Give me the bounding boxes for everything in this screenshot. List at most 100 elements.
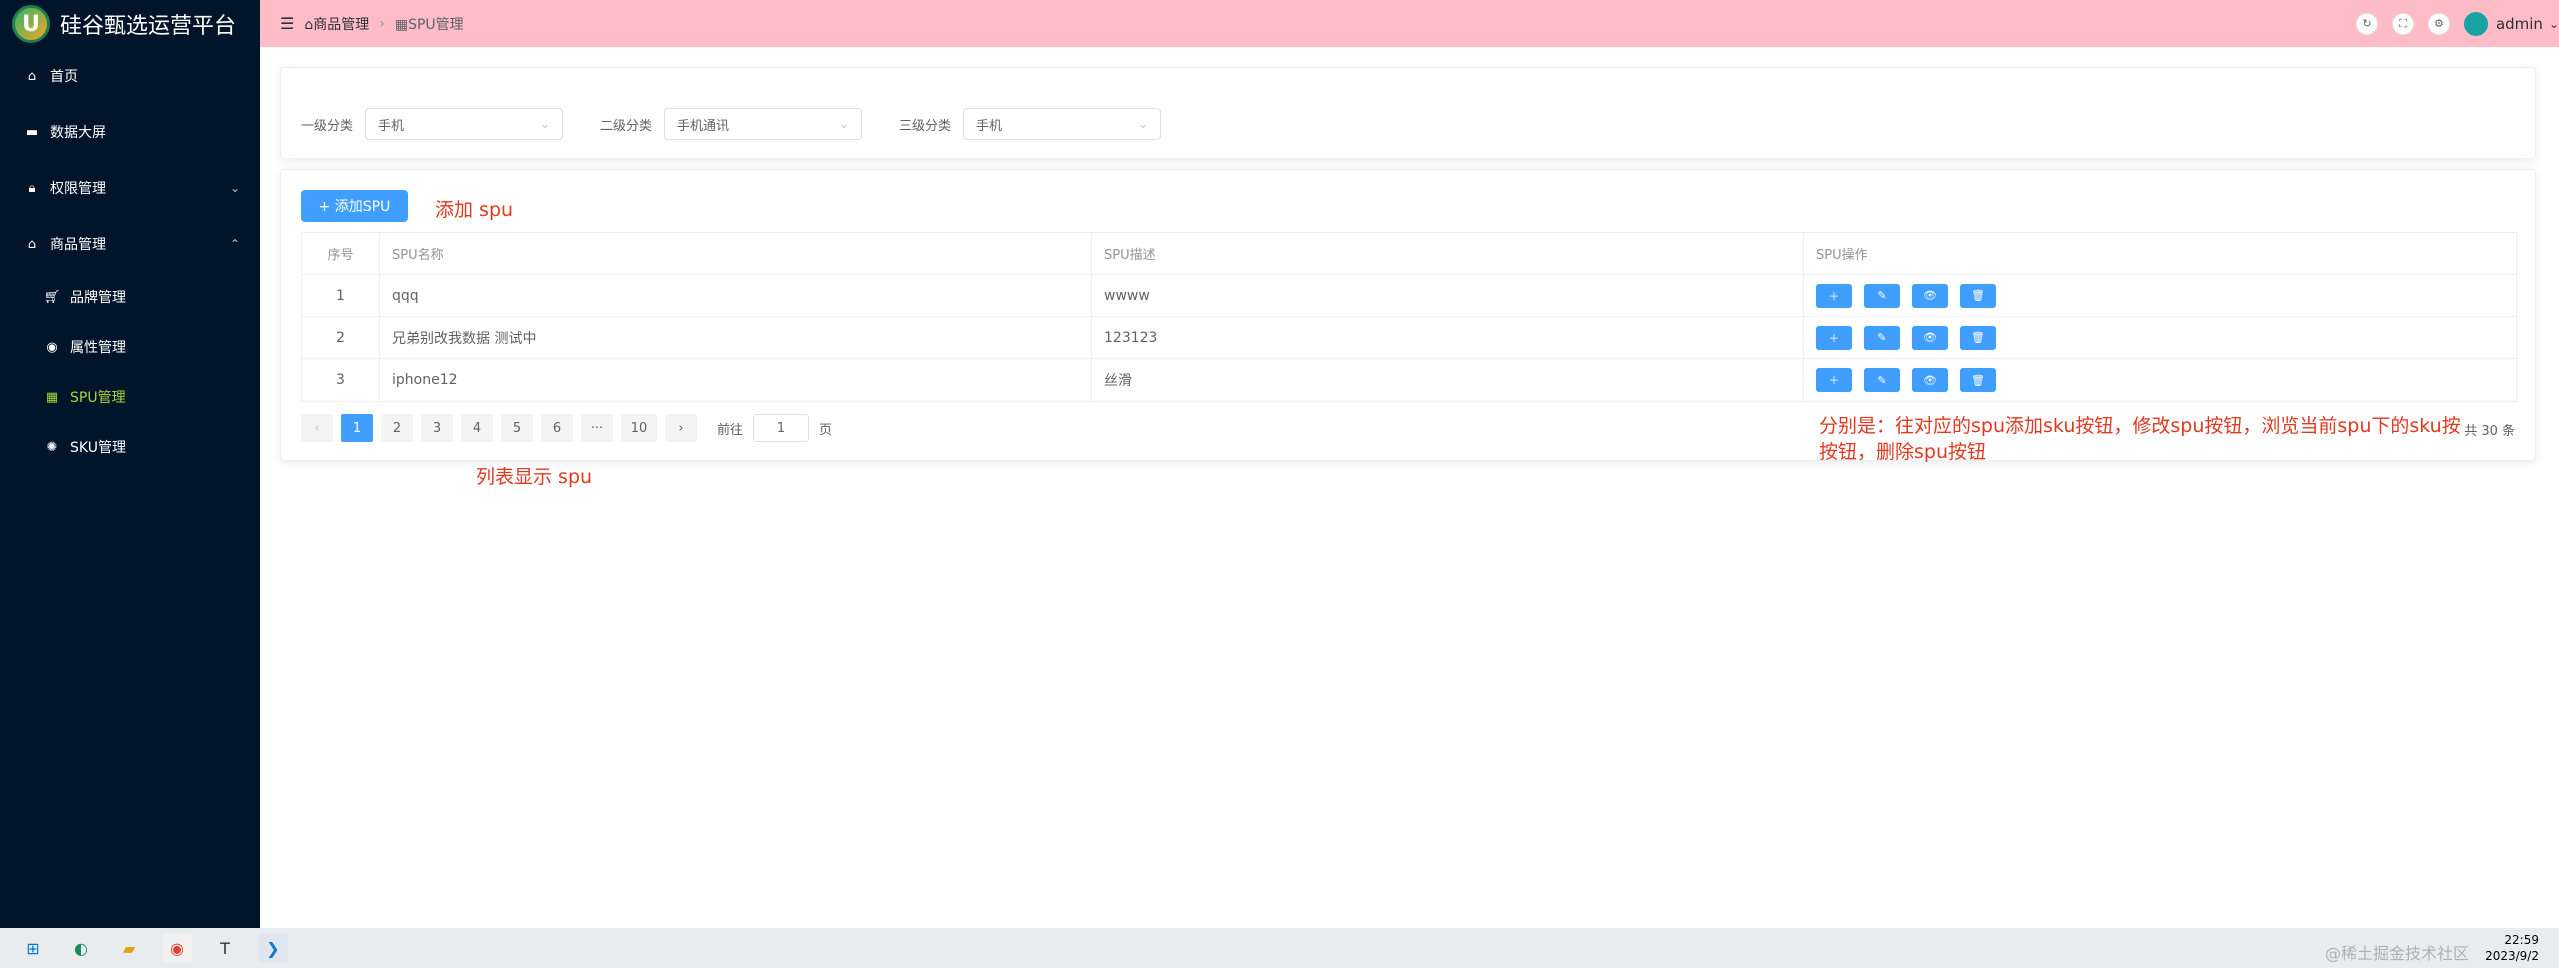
menu-toggle-icon[interactable]: ☰ [280, 14, 294, 33]
goto-page: 前往 1 页 [717, 414, 832, 442]
avatar[interactable] [2463, 11, 2488, 36]
row-desc: 123123 [1092, 317, 1804, 358]
sidebar-item-label: SKU管理 [70, 440, 126, 456]
breadcrumb-goods[interactable]: ⌂商品管理 [304, 14, 369, 34]
refresh-icon[interactable]: ↻ [2355, 12, 2378, 35]
category1-select[interactable]: 手机 ⌄ [365, 108, 564, 140]
taskbar: ⊞ ◐ ▰ ◉ T ❯ @稀土掘金技术社区 22:59 2023/9/2 [0, 928, 2559, 968]
home-icon: ⌂ [27, 68, 37, 84]
chevron-down-icon: ⌄ [1137, 117, 1149, 131]
sidebar-item-dashboard[interactable]: ▬ 数据大屏 [0, 104, 260, 160]
filter-level3: 三级分类 手机 ⌄ [899, 108, 1162, 140]
sidebar-item-label: 品牌管理 [70, 290, 126, 306]
chevron-down-icon: ⌄ [539, 117, 551, 131]
row-ops: ＋ ✎ 👁︎ 🗑︎ [1804, 317, 2516, 358]
chevron-down-icon[interactable]: ⌄ [2549, 17, 2559, 31]
category-filter-card: 一级分类 手机 ⌄ 二级分类 手机通讯 ⌄ 三级分类 手机 ⌄ [280, 67, 2536, 159]
sidebar-item-label: 数据大屏 [50, 125, 106, 141]
fullscreen-icon[interactable]: ⛶ [2391, 12, 2414, 35]
sidebar-item-sku[interactable]: ✺ SKU管理 [0, 422, 260, 472]
category3-select[interactable]: 手机 ⌄ [963, 108, 1162, 140]
page-button[interactable]: 2 [381, 414, 413, 442]
chrome-icon: ◉ [46, 339, 58, 355]
settings-icon[interactable]: ⚙ [2427, 12, 2450, 35]
filter-label: 二级分类 [600, 118, 653, 134]
edge-icon[interactable]: ◐ [66, 933, 96, 963]
page-button[interactable]: 6 [541, 414, 573, 442]
goods-submenu: 🛒︎ 品牌管理 ◉ 属性管理 ▦ SPU管理 ✺ SKU管理 [0, 272, 260, 472]
row-desc: wwww [1092, 275, 1804, 316]
sidebar-item-goods[interactable]: ⌂ 商品管理 ⌃ [0, 216, 260, 272]
sidebar-item-permission[interactable]: 🔒︎ 权限管理 ⌄ [0, 160, 260, 216]
row-name: iphone12 [380, 359, 1092, 401]
chrome-icon[interactable]: ◉ [162, 933, 192, 963]
folder-icon[interactable]: ▰ [114, 933, 144, 963]
annotation-ops-line2: 按钮，删除spu按钮 [1819, 441, 1987, 463]
username[interactable]: admin [2496, 15, 2543, 33]
row-name: 兄弟别改我数据 测试中 [380, 317, 1092, 358]
edit-spu-button[interactable]: ✎ [1864, 325, 1900, 350]
cart-icon: 🛒︎ [43, 289, 61, 305]
clock: 22:59 2023/9/2 [2485, 932, 2539, 964]
next-page-button[interactable]: › [665, 414, 697, 442]
sidebar-item-label: 商品管理 [50, 237, 106, 253]
filter-label: 一级分类 [301, 118, 354, 134]
page-button[interactable]: 10 [621, 414, 657, 442]
row-ops: ＋ ✎ 👁︎ 🗑︎ [1804, 359, 2516, 401]
annotation-add-spu: 添加 spu [435, 199, 514, 221]
header-index: 序号 [302, 233, 380, 274]
delete-spu-button[interactable]: 🗑︎ [1960, 283, 1996, 308]
app-title: 硅谷甄选运营平台 [60, 14, 237, 39]
sidebar-item-label: 首页 [50, 69, 78, 85]
prev-page-button[interactable]: ‹ [301, 414, 333, 442]
lock-icon: 🔒︎ [28, 180, 36, 196]
annotation-ops: 分别是：往对应的spu添加sku按钮，修改spu按钮，浏览当前spu下的sku按… [1819, 413, 2519, 465]
sidebar-item-label: 属性管理 [70, 340, 126, 356]
windows-start-icon[interactable]: ⊞ [18, 933, 48, 963]
view-sku-button[interactable]: 👁︎ [1912, 325, 1948, 350]
table-row: 1 qqq wwww ＋ ✎ 👁︎ 🗑︎ [302, 275, 2516, 317]
add-sku-button[interactable]: ＋ [1816, 368, 1852, 392]
edit-spu-button[interactable]: ✎ [1864, 283, 1900, 308]
goto-page-input[interactable]: 1 [753, 414, 810, 442]
row-name: qqq [380, 275, 1092, 316]
pagination: ‹ 1 2 3 4 5 6 ··· 10 › 前往 1 页 [301, 414, 832, 442]
header-desc: SPU描述 [1092, 233, 1804, 274]
page-button[interactable]: 1 [341, 414, 373, 442]
page-button[interactable]: 3 [421, 414, 453, 442]
breadcrumb-separator: › [379, 15, 385, 32]
typora-icon[interactable]: T [210, 933, 240, 963]
calendar-icon: ▦ [45, 389, 59, 405]
top-header: ☰ ⌂商品管理 › ▦SPU管理 ↻ ⛶ ⚙ admin ⌄ [260, 0, 2559, 47]
view-sku-button[interactable]: 👁︎ [1912, 283, 1948, 308]
table-row: 3 iphone12 丝滑 ＋ ✎ 👁︎ 🗑︎ [302, 359, 2516, 401]
header-ops: SPU操作 [1816, 248, 1868, 263]
view-sku-button[interactable]: 👁︎ [1912, 368, 1948, 392]
sidebar-item-attr[interactable]: ◉ 属性管理 [0, 322, 260, 372]
orange-icon: ✺ [46, 439, 58, 455]
category2-select[interactable]: 手机通讯 ⌄ [664, 108, 863, 140]
more-pages-button[interactable]: ··· [581, 414, 613, 442]
delete-spu-button[interactable]: 🗑︎ [1960, 368, 1996, 392]
header-name: SPU名称 [380, 233, 1092, 274]
delete-spu-button[interactable]: 🗑︎ [1960, 325, 1996, 350]
watermark: @稀土掘金技术社区 [2324, 944, 2469, 963]
page-button[interactable]: 4 [461, 414, 493, 442]
sidebar-item-home[interactable]: ⌂ 首页 [0, 48, 260, 104]
edit-spu-button[interactable]: ✎ [1864, 368, 1900, 392]
clock-time: 22:59 [2504, 933, 2539, 947]
monitor-icon: ▬ [25, 124, 39, 140]
chevron-up-icon: ⌃ [229, 237, 240, 251]
add-sku-button[interactable]: ＋ [1816, 325, 1852, 350]
app-logo: U 硅谷甄选运营平台 [0, 0, 260, 48]
vscode-icon[interactable]: ❯ [258, 933, 288, 963]
sidebar-item-brand[interactable]: 🛒︎ 品牌管理 [0, 272, 260, 322]
page-button[interactable]: 5 [501, 414, 533, 442]
sidebar-item-spu[interactable]: ▦ SPU管理 [0, 372, 260, 422]
annotation-ops-line1: 分别是：往对应的spu添加sku按钮，修改spu按钮，浏览当前spu下的sku按 [1819, 415, 2461, 437]
add-sku-button[interactable]: ＋ [1816, 283, 1852, 308]
annotation-list-spu: 列表显示 spu [476, 466, 593, 488]
row-index: 3 [302, 359, 380, 401]
row-ops: ＋ ✎ 👁︎ 🗑︎ [1804, 275, 2516, 316]
add-spu-button[interactable]: + 添加SPU [301, 190, 408, 222]
